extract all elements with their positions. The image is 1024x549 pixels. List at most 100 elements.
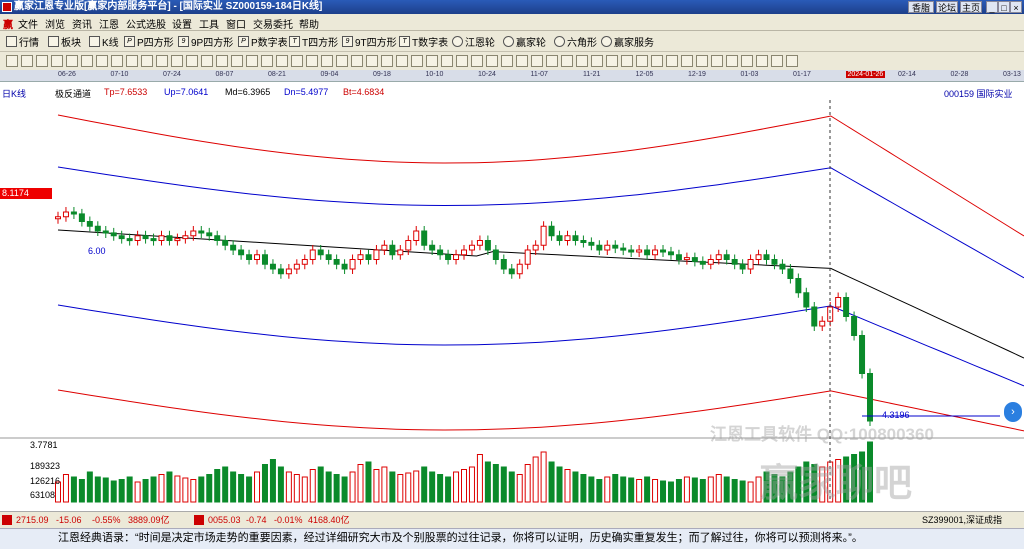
draw-tool-button[interactable]: [6, 55, 18, 67]
maximize-button[interactable]: □: [998, 1, 1010, 13]
toolbar-hexagon-button[interactable]: 六角形: [554, 34, 597, 49]
draw-tool-button[interactable]: [21, 55, 33, 67]
menu-file[interactable]: 文件: [18, 16, 38, 31]
toolbar-kline-button[interactable]: K线: [89, 34, 119, 49]
menu-gann[interactable]: 江恩: [99, 16, 119, 31]
menu-news[interactable]: 资讯: [72, 16, 92, 31]
draw-tool-button[interactable]: [111, 55, 123, 67]
candle-body: [803, 292, 810, 308]
draw-tool-button[interactable]: [186, 55, 198, 67]
window-button-1[interactable]: 论坛: [936, 1, 958, 13]
draw-tool-button[interactable]: [696, 55, 708, 67]
draw-tool-button[interactable]: [711, 55, 723, 67]
toolbar-gann-wheel-button[interactable]: 江恩轮: [452, 34, 495, 49]
menu-logo-icon[interactable]: 赢: [3, 16, 13, 31]
date-label: 08-21: [268, 71, 286, 78]
toolbar-quote-button[interactable]: 行情: [6, 34, 39, 49]
draw-tool-button[interactable]: [741, 55, 753, 67]
volume-bar: [70, 476, 77, 503]
volume-bar: [86, 471, 93, 503]
toolbar-9t-square-button[interactable]: 9 9T四方形: [342, 34, 397, 49]
draw-tool-button[interactable]: [396, 55, 408, 67]
menu-window[interactable]: 窗口: [226, 16, 246, 31]
draw-tool-button[interactable]: [81, 55, 93, 67]
draw-tool-button[interactable]: [201, 55, 213, 67]
draw-tool-button[interactable]: [426, 55, 438, 67]
draw-tool-button[interactable]: [546, 55, 558, 67]
draw-tool-button[interactable]: [636, 55, 648, 67]
draw-tool-button[interactable]: [156, 55, 168, 67]
draw-tool-button[interactable]: [51, 55, 63, 67]
draw-tool-button[interactable]: [66, 55, 78, 67]
draw-tool-button[interactable]: [531, 55, 543, 67]
draw-tool-button[interactable]: [126, 55, 138, 67]
toolbar-t-square-button[interactable]: T T四方形: [289, 34, 338, 49]
draw-tool-button[interactable]: [501, 55, 513, 67]
draw-tool-button[interactable]: [726, 55, 738, 67]
draw-tool-button[interactable]: [96, 55, 108, 67]
channel-middle-line: [57, 229, 1024, 359]
toolbar-winner-wheel-button[interactable]: 赢家轮: [503, 34, 546, 49]
draw-tool-button[interactable]: [486, 55, 498, 67]
draw-tool-button[interactable]: [306, 55, 318, 67]
draw-tool-button[interactable]: [771, 55, 783, 67]
candle-body: [620, 247, 627, 251]
draw-tool-button[interactable]: [606, 55, 618, 67]
draw-tool-button[interactable]: [441, 55, 453, 67]
candle-body: [819, 320, 826, 327]
candle-body: [731, 259, 738, 265]
volume-bar: [285, 471, 292, 503]
draw-tool-button[interactable]: [276, 55, 288, 67]
menu-settings[interactable]: 设置: [172, 16, 192, 31]
menu-tools[interactable]: 工具: [199, 16, 219, 31]
draw-tool-button[interactable]: [651, 55, 663, 67]
volume-bar: [691, 477, 698, 503]
sh-index[interactable]: 2715.09: [16, 512, 49, 528]
draw-tool-button[interactable]: [681, 55, 693, 67]
draw-tool-button[interactable]: [411, 55, 423, 67]
scroll-right-button[interactable]: ›: [1004, 402, 1022, 422]
status-right[interactable]: SZ399001,深证成指: [922, 512, 1002, 528]
minimize-button[interactable]: _: [986, 1, 998, 13]
toolbar-service-button[interactable]: 赢家服务: [601, 34, 654, 49]
draw-tool-button[interactable]: [246, 55, 258, 67]
draw-tool-button[interactable]: [321, 55, 333, 67]
draw-tool-button[interactable]: [381, 55, 393, 67]
draw-tool-button[interactable]: [576, 55, 588, 67]
menu-trade[interactable]: 交易委托: [253, 16, 293, 31]
draw-tool-button[interactable]: [756, 55, 768, 67]
draw-tool-button[interactable]: [471, 55, 483, 67]
draw-tool-button[interactable]: [261, 55, 273, 67]
menu-browse[interactable]: 浏览: [45, 16, 65, 31]
draw-tool-button[interactable]: [561, 55, 573, 67]
toolbar-p-table-button[interactable]: P P数字表: [238, 34, 288, 49]
candle-body: [453, 254, 460, 260]
draw-tool-button[interactable]: [231, 55, 243, 67]
draw-tool-button[interactable]: [36, 55, 48, 67]
toolbar-sector-button[interactable]: 板块: [48, 34, 81, 49]
draw-tool-button[interactable]: [621, 55, 633, 67]
window-button-0[interactable]: 香脂: [908, 1, 934, 13]
draw-tool-button[interactable]: [216, 55, 228, 67]
draw-tool-button[interactable]: [456, 55, 468, 67]
toolbar-t-table-button[interactable]: T T数字表: [399, 34, 448, 49]
draw-tool-button[interactable]: [291, 55, 303, 67]
menu-formula[interactable]: 公式选股: [126, 16, 166, 31]
draw-tool-button[interactable]: [336, 55, 348, 67]
toolbar-9p-square-button[interactable]: 9 9P四方形: [178, 34, 233, 49]
draw-tool-button[interactable]: [171, 55, 183, 67]
candle-body: [102, 230, 109, 234]
draw-tool-button[interactable]: [786, 55, 798, 67]
draw-tool-button[interactable]: [591, 55, 603, 67]
draw-tool-button[interactable]: [141, 55, 153, 67]
close-button[interactable]: ×: [1010, 1, 1022, 13]
toolbar-p-square-button[interactable]: P P四方形: [124, 34, 174, 49]
menu-help[interactable]: 帮助: [299, 16, 319, 31]
draw-tool-button[interactable]: [351, 55, 363, 67]
draw-tool-button[interactable]: [666, 55, 678, 67]
window-button-2[interactable]: 主页: [960, 1, 982, 13]
sz-index[interactable]: 0055.03: [208, 512, 241, 528]
draw-tool-button[interactable]: [516, 55, 528, 67]
candle-body: [492, 249, 499, 260]
draw-tool-button[interactable]: [366, 55, 378, 67]
